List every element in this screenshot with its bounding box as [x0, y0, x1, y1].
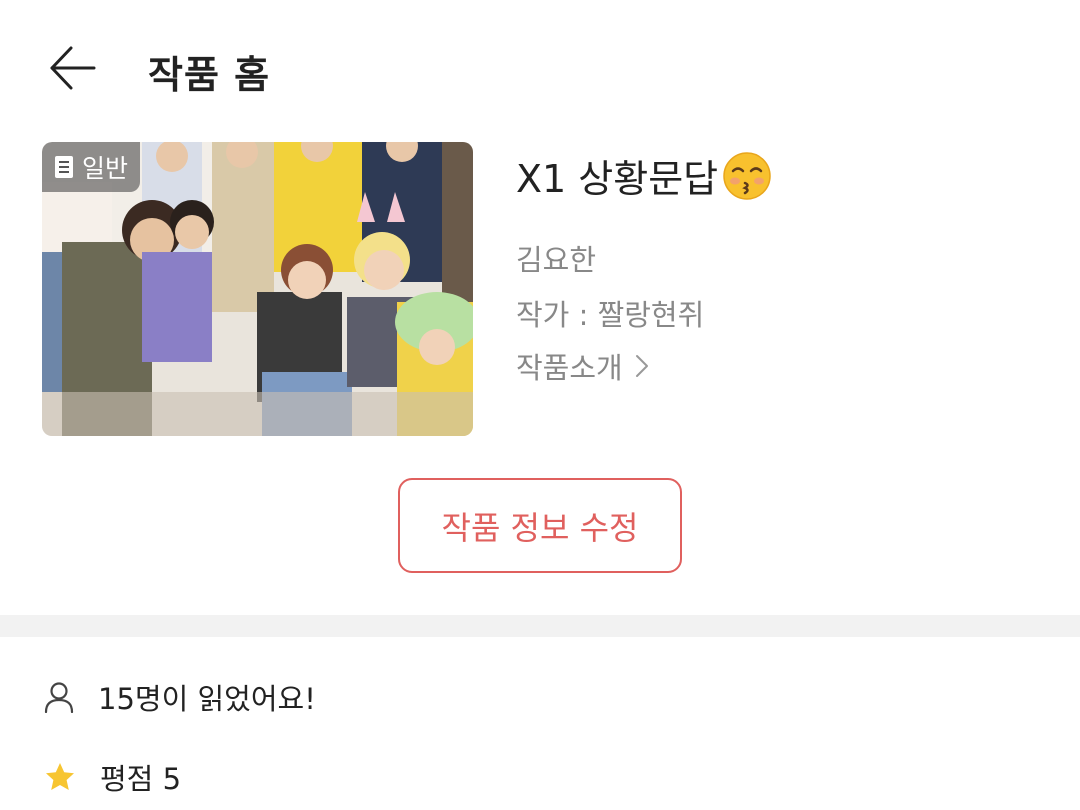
genre-badge: 일반: [42, 142, 141, 192]
rating-value: 평점 5: [100, 762, 182, 796]
star-icon: [46, 763, 74, 790]
work-home-page: 작품 홈 일반 X1 상황문답 김요한 작가: 짤랑현쥐 작품소개 작품 정보…: [0, 0, 1080, 810]
work-owner: 김요한: [516, 243, 597, 277]
top-app-bar: 작품 홈: [0, 0, 1080, 130]
work-title: X1 상황문답: [516, 157, 719, 201]
cover-image[interactable]: 일반: [42, 142, 473, 436]
kissing-face-with-closed-eyes-icon: [723, 151, 771, 200]
back-button[interactable]: [44, 40, 100, 96]
section-divider: [0, 615, 1080, 637]
work-title-row: X1 상황문답: [516, 148, 772, 203]
page-title: 작품 홈: [148, 53, 271, 97]
rating-stat: 평점 5: [44, 756, 181, 798]
edit-work-info-button[interactable]: 작품 정보 수정: [398, 478, 682, 573]
document-icon: [55, 156, 73, 178]
work-intro-label: 작품소개: [516, 351, 623, 385]
genre-badge-label: 일반: [82, 154, 129, 183]
work-author: 작가 : 짤랑현쥐: [516, 298, 705, 332]
reads-count: 15명이 읽었어요!: [98, 682, 316, 716]
person-icon: [44, 682, 74, 713]
chevron-right-icon: [635, 355, 648, 377]
work-intro-link[interactable]: 작품소개: [516, 345, 649, 387]
reads-stat: 15명이 읽었어요!: [44, 676, 316, 718]
arrow-left-icon: [50, 46, 96, 90]
